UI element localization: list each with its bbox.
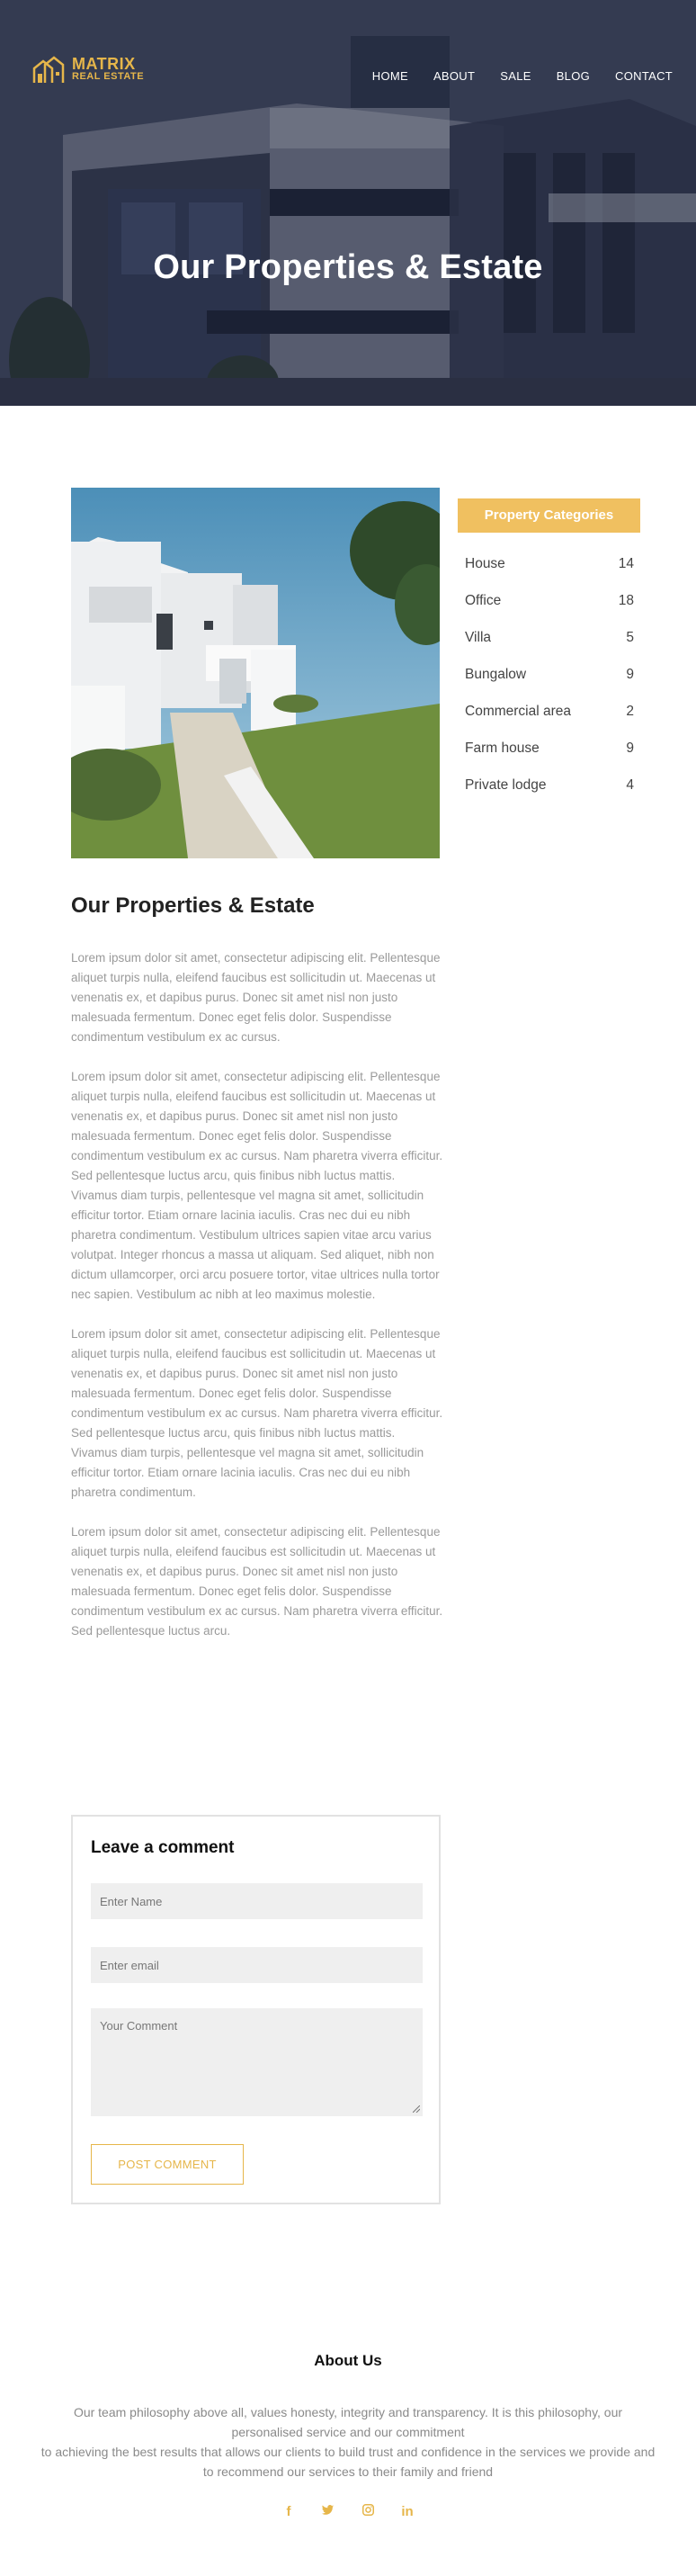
comment-field[interactable]: [91, 2008, 423, 2116]
about-line: to recommend our services to their famil…: [202, 2464, 494, 2479]
twitter-icon[interactable]: [319, 2504, 337, 2519]
category-villa[interactable]: Villa 5: [465, 630, 634, 667]
about-line: personalised service and our commitment: [231, 2425, 465, 2439]
nav-sale[interactable]: SALE: [500, 69, 531, 83]
instagram-icon[interactable]: [359, 2504, 377, 2519]
social-links: f in: [0, 2504, 696, 2519]
facebook-icon[interactable]: f: [280, 2504, 298, 2519]
category-house[interactable]: House 14: [465, 556, 634, 593]
property-categories-heading: Property Categories: [458, 498, 640, 533]
brand-name: MATRIX: [72, 55, 136, 73]
article-title: Our Properties & Estate: [71, 893, 315, 918]
category-label: Private lodge: [465, 777, 547, 793]
article-body: Lorem ipsum dolor sit amet, consectetur …: [71, 948, 443, 1661]
category-count: 18: [618, 593, 634, 608]
about-us-title: About Us: [314, 2352, 382, 2369]
article-paragraph: Lorem ipsum dolor sit amet, consectetur …: [71, 1070, 443, 1301]
category-label: Bungalow: [465, 667, 527, 682]
hero-banner: MATRIX REAL ESTATE HOME ABOUT SALE BLOG …: [0, 0, 696, 406]
name-field[interactable]: [91, 1883, 423, 1919]
article-paragraph: Lorem ipsum dolor sit amet, consectetur …: [71, 951, 441, 1044]
category-label: House: [465, 556, 505, 571]
property-image: [71, 488, 440, 858]
category-label: Villa: [465, 630, 492, 645]
brand-logo[interactable]: MATRIX REAL ESTATE: [32, 56, 144, 85]
category-farm-house[interactable]: Farm house 9: [465, 740, 634, 777]
house-logo-icon: [32, 56, 65, 83]
about-line: to achieving the best results that allow…: [40, 2445, 656, 2459]
main-nav: HOME ABOUT SALE BLOG CONTACT: [372, 69, 673, 83]
category-count: 9: [626, 667, 634, 682]
category-label: Commercial area: [465, 704, 572, 719]
category-count: 4: [626, 777, 634, 793]
comment-form-title: Leave a comment: [91, 1838, 235, 1857]
email-field[interactable]: [91, 1947, 423, 1983]
property-categories-list: House 14 Office 18 Villa 5 Bungalow 9 Co…: [465, 556, 634, 814]
comment-form: Leave a comment POST COMMENT: [71, 1815, 441, 2204]
category-private-lodge[interactable]: Private lodge 4: [465, 777, 634, 814]
category-count: 5: [626, 630, 634, 645]
article-paragraph: Lorem ipsum dolor sit amet, consectetur …: [71, 1525, 443, 1638]
category-commercial-area[interactable]: Commercial area 2: [465, 704, 634, 740]
category-count: 2: [626, 704, 634, 719]
post-comment-button[interactable]: POST COMMENT: [91, 2144, 244, 2185]
brand-tagline: REAL ESTATE: [72, 71, 145, 82]
category-label: Farm house: [465, 740, 540, 756]
nav-home[interactable]: HOME: [372, 69, 408, 83]
about-line: Our team philosophy above all, values ho…: [73, 2405, 623, 2419]
category-office[interactable]: Office 18: [465, 593, 634, 630]
nav-about[interactable]: ABOUT: [433, 69, 475, 83]
linkedin-icon[interactable]: in: [398, 2504, 416, 2519]
category-label: Office: [465, 593, 502, 608]
article-paragraph: Lorem ipsum dolor sit amet, consectetur …: [71, 1327, 443, 1499]
hero-title: Our Properties & Estate: [153, 248, 543, 286]
category-count: 9: [626, 740, 634, 756]
nav-blog[interactable]: BLOG: [557, 69, 590, 83]
nav-contact[interactable]: CONTACT: [615, 69, 673, 83]
about-us-text: Our team philosophy above all, values ho…: [0, 2402, 696, 2482]
category-count: 14: [618, 556, 634, 571]
category-bungalow[interactable]: Bungalow 9: [465, 667, 634, 704]
resize-grip-icon[interactable]: [413, 2105, 420, 2113]
